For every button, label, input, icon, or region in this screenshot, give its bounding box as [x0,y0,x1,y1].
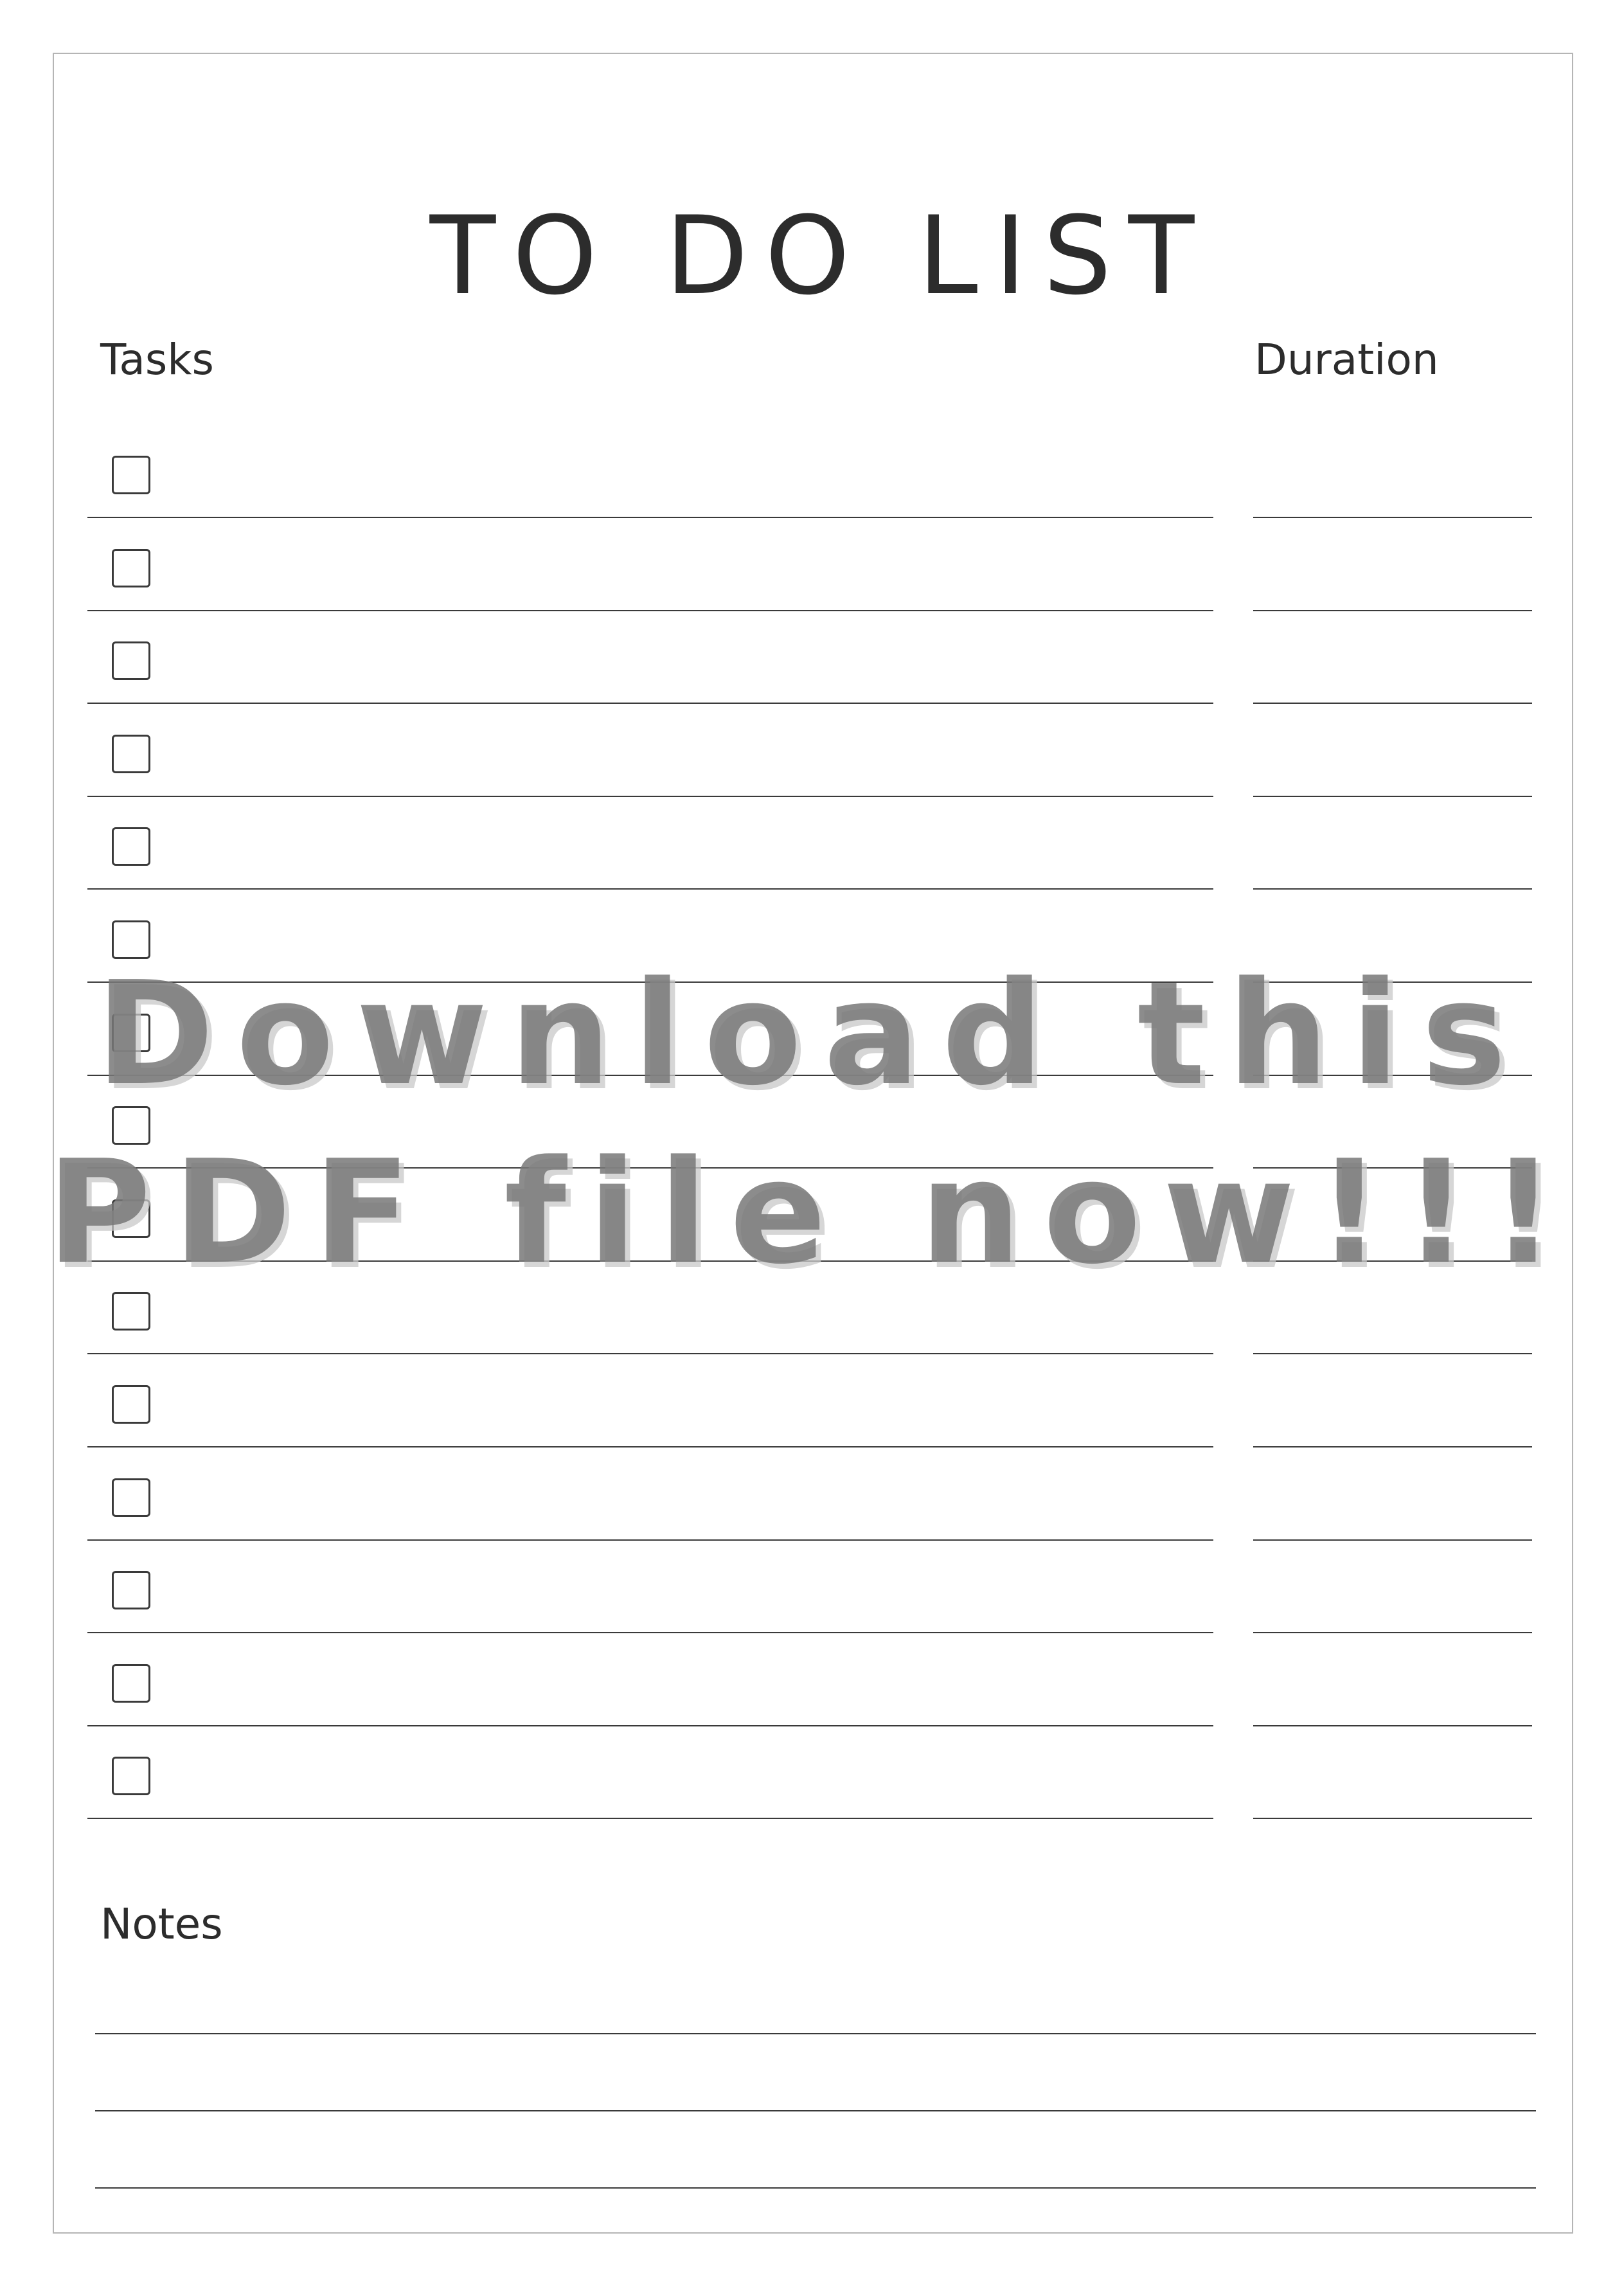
task-input-line[interactable] [87,1539,1213,1541]
checkbox-icon[interactable] [112,1014,150,1052]
duration-input-line[interactable] [1253,703,1532,704]
checkbox-icon[interactable] [112,641,150,680]
task-input-line[interactable] [87,703,1213,704]
checkbox-icon[interactable] [112,735,150,773]
duration-input-line[interactable] [1253,888,1532,890]
task-input-line[interactable] [87,1353,1213,1354]
task-input-line[interactable] [87,888,1213,890]
checkbox-icon[interactable] [112,1757,150,1795]
task-input-line[interactable] [87,517,1213,518]
checkbox-icon[interactable] [112,549,150,587]
task-input-line[interactable] [87,1818,1213,1819]
duration-input-line[interactable] [1253,1260,1532,1262]
duration-input-line[interactable] [1253,517,1532,518]
checkbox-icon[interactable] [112,1571,150,1609]
duration-input-line[interactable] [1253,1818,1532,1819]
task-row [0,0,1624,1819]
checkbox-icon[interactable] [112,920,150,959]
page-title: TO DO LIST [429,192,1211,319]
task-input-line[interactable] [87,1725,1213,1726]
duration-input-line[interactable] [1253,610,1532,611]
duration-input-line[interactable] [1253,1446,1532,1447]
task-input-line[interactable] [87,1167,1213,1169]
task-input-line[interactable] [87,981,1213,983]
task-input-line[interactable] [87,796,1213,797]
duration-input-line[interactable] [1253,796,1532,797]
duration-column-heading: Duration [1254,335,1439,384]
duration-input-line[interactable] [1253,1725,1532,1726]
notes-heading: Notes [100,1899,223,1949]
notes-line[interactable] [95,2187,1536,2189]
duration-input-line[interactable] [1253,1353,1532,1354]
checkbox-icon[interactable] [112,456,150,494]
checkbox-icon[interactable] [112,1106,150,1145]
notes-line[interactable] [95,2033,1536,2034]
checkbox-icon[interactable] [112,1292,150,1331]
task-input-line[interactable] [87,1446,1213,1447]
duration-input-line[interactable] [1253,1075,1532,1076]
duration-input-line[interactable] [1253,981,1532,983]
checkbox-icon[interactable] [112,1478,150,1517]
checkbox-icon[interactable] [112,1664,150,1703]
checkbox-icon[interactable] [112,827,150,866]
checkbox-icon[interactable] [112,1199,150,1238]
task-input-line[interactable] [87,610,1213,611]
task-input-line[interactable] [87,1075,1213,1076]
duration-input-line[interactable] [1253,1539,1532,1541]
task-input-line[interactable] [87,1260,1213,1262]
duration-input-line[interactable] [1253,1632,1532,1633]
task-input-line[interactable] [87,1632,1213,1633]
checkbox-icon[interactable] [112,1385,150,1424]
duration-input-line[interactable] [1253,1167,1532,1169]
tasks-column-heading: Tasks [100,335,214,384]
notes-line[interactable] [95,2110,1536,2111]
